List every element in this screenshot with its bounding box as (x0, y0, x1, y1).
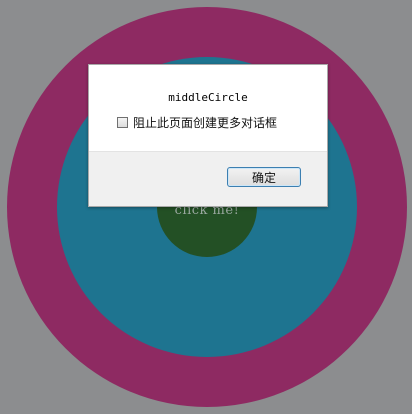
alert-dialog: middleCircle 阻止此页面创建更多对话框 确定 (88, 64, 328, 207)
modal-overlay (0, 0, 412, 414)
suppress-dialogs-checkbox[interactable] (117, 117, 128, 128)
suppress-dialogs-label[interactable]: 阻止此页面创建更多对话框 (133, 114, 277, 131)
dialog-footer: 确定 (89, 151, 327, 206)
suppress-dialogs-option[interactable]: 阻止此页面创建更多对话框 (117, 114, 277, 131)
dialog-body: middleCircle 阻止此页面创建更多对话框 (89, 65, 327, 151)
ok-button[interactable]: 确定 (227, 167, 301, 187)
dialog-message: middleCircle (168, 91, 248, 104)
